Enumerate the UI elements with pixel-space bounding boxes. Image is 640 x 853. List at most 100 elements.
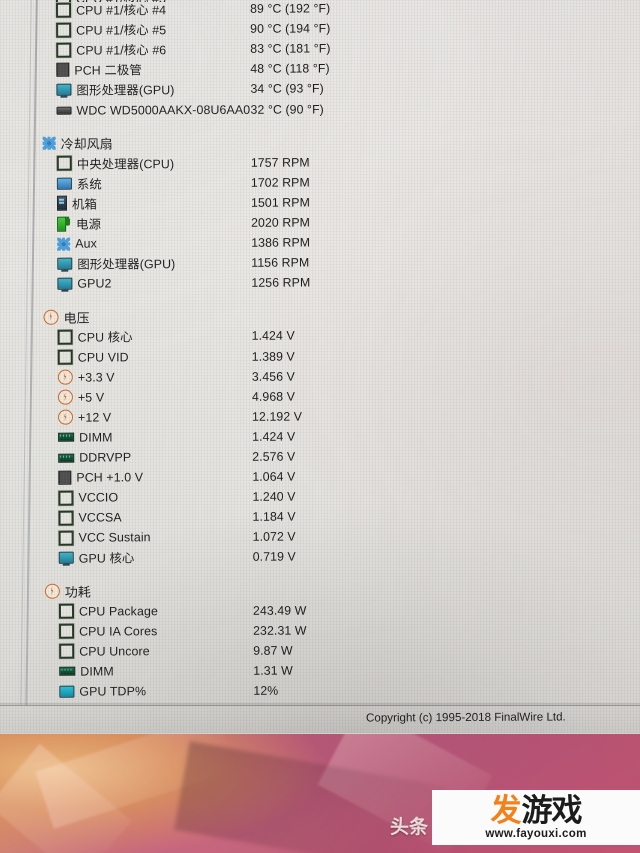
cpu-icon [58, 490, 74, 506]
gpu-icon [56, 84, 72, 97]
sensor-label: PCH 二极管 [74, 63, 142, 78]
bolt-icon [58, 409, 74, 426]
section-header-label: 电压 [63, 310, 90, 326]
sensor-label: GPU2 [77, 276, 112, 291]
sensor-value: 89 °C (192 °F) [250, 1, 331, 16]
cpu-icon [57, 349, 73, 365]
sensor-label: CPU #1/核心 #4 [76, 3, 167, 18]
fan-icon [42, 136, 56, 150]
cpu-icon [56, 22, 72, 38]
toutiao-watermark: 头条 [390, 816, 429, 838]
gpu-icon [58, 552, 74, 565]
cpu-icon [58, 510, 74, 526]
aida64-sensor-window: CPU #1/核心 #3 CPU #1/核心 #489 °C (192 °F)C… [0, 0, 640, 733]
sensor-value: 1.389 V [251, 349, 295, 364]
sensor-value: 1.064 V [252, 469, 296, 484]
sensor-label: PCH +1.0 V [76, 470, 144, 485]
cpu-icon [59, 623, 75, 639]
sensor-label: +5 V [77, 390, 105, 405]
sensor-value: 1757 RPM [250, 155, 310, 170]
sensor-label: Aux [75, 236, 97, 251]
sensor-value: 3.456 V [251, 369, 295, 384]
cpu-icon [56, 155, 72, 171]
sensor-row[interactable]: WDC WD5000AAKX-08U6AA0 32 °C (90 °F) [0, 97, 640, 120]
sensor-label: DDRVPP [79, 450, 132, 465]
section-header-label: 冷却风扇 [60, 136, 113, 152]
sensor-value: 1501 RPM [250, 195, 310, 210]
sensor-value: 1.424 V [252, 429, 296, 444]
cpu-icon [56, 2, 72, 18]
gpu-icon [57, 257, 73, 270]
sensor-row[interactable]: GPU TDP% 12% [3, 679, 640, 702]
sensor-value: 83 °C (181 °F) [250, 41, 331, 57]
sensor-value: 2.576 V [252, 449, 296, 464]
sensor-label: DIMM [79, 430, 113, 445]
sensor-value: 48 °C (118 °F) [250, 61, 330, 77]
sensor-label: CPU #1/核心 #5 [76, 23, 167, 38]
sensor-value: 243.49 W [252, 603, 307, 618]
sensor-label: 图形处理器(GPU) [76, 83, 175, 99]
sensor-value: 90 °C (194 °F) [250, 21, 331, 36]
sensor-label: VCCSA [78, 510, 122, 525]
status-bar: Copyright (c) 1995-2018 FinalWire Ltd. [0, 705, 640, 734]
bolt-icon [43, 309, 59, 325]
cpu-icon [58, 530, 74, 546]
chip-icon [56, 62, 70, 78]
sensor-label: CPU VID [77, 349, 129, 365]
sensor-label: CPU Package [78, 603, 158, 619]
sensor-value: 232.31 W [253, 623, 307, 638]
sensor-value: 1256 RPM [251, 275, 311, 291]
sensor-value: 1.424 V [251, 329, 295, 344]
sensor-value: 2020 RPM [251, 215, 311, 230]
sensor-value: 1.072 V [252, 529, 296, 545]
cpu-icon [57, 329, 73, 345]
bolt-icon [57, 389, 73, 405]
sensor-value: 1.31 W [253, 663, 293, 678]
sensor-list[interactable]: CPU #1/核心 #4 89 °C (192 °F) CPU #1/核心 #5 90… [0, 0, 640, 705]
sensor-label: DIMM [80, 664, 114, 679]
hdd-icon [56, 106, 72, 115]
bolt-icon [57, 369, 73, 385]
sensor-value: 32 °C (90 °F) [250, 101, 324, 117]
sensor-value: 12% [253, 683, 279, 698]
chip-icon [58, 470, 72, 485]
sensor-label: VCCIO [78, 490, 119, 505]
bolt-icon [44, 583, 60, 599]
cpu-icon [56, 42, 72, 58]
site-watermark: 发 游戏 www.fayouxi.com [432, 790, 640, 845]
sensor-value: 1156 RPM [251, 255, 310, 270]
sensor-row[interactable]: GPU 核心 0.719 V [3, 545, 640, 568]
gpu-icon [57, 277, 73, 290]
cpu-icon [58, 603, 75, 619]
sensor-value: 1702 RPM [250, 175, 310, 190]
sensor-label: VCC Sustain [78, 530, 151, 546]
psu-icon [57, 217, 71, 230]
site-logo-first-char: 发 [490, 792, 522, 829]
sensor-value: 1386 RPM [251, 235, 311, 250]
sensor-value: 9.87 W [253, 643, 293, 658]
sensor-label: 系统 [76, 177, 102, 192]
sensor-label: +12 V [78, 410, 112, 425]
sensor-value: 34 °C (93 °F) [250, 81, 324, 97]
sensor-label: 电源 [76, 217, 102, 232]
site-logo-rest: 游戏 [521, 792, 583, 829]
sensor-value: 4.968 V [251, 389, 296, 404]
section-header-label: 功耗 [64, 584, 91, 600]
copyright-text: Copyright (c) 1995-2018 FinalWire Ltd. [366, 710, 567, 725]
sensor-label: 图形处理器(GPU) [77, 257, 176, 272]
site-logo: 发 游戏 [490, 792, 583, 829]
dimm-icon [58, 453, 75, 463]
sensor-label: CPU Uncore [79, 644, 150, 659]
sensor-label: CPU IA Cores [79, 624, 158, 639]
sensor-row[interactable]: GPU2 1256 RPM [1, 271, 640, 294]
cpu-icon [59, 644, 75, 660]
sensor-value: 1.240 V [252, 489, 296, 504]
sensor-label: WDC WD5000AAKX-08U6AA0 [76, 102, 251, 118]
window-bottom-shadow [0, 703, 640, 707]
case-icon [56, 196, 68, 212]
sensor-label: +3.3 V [77, 370, 115, 385]
sensor-label: 中央处理器(CPU) [76, 156, 175, 172]
sensor-value: 12.192 V [252, 409, 303, 424]
gpu-tdp-icon [59, 685, 75, 698]
sensor-label: CPU #1/核心 #6 [76, 43, 167, 58]
